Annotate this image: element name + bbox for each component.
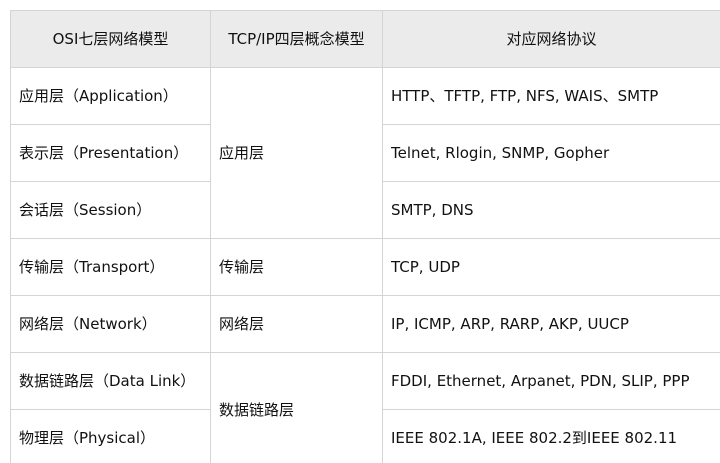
- osi-layer-cell: 数据链路层（Data Link）: [10, 352, 211, 410]
- protocol-cell: FDDI, Ethernet, Arpanet, PDN, SLIP, PPP: [382, 352, 720, 410]
- protocol-cell: HTTP、TFTP, FTP, NFS, WAIS、SMTP: [382, 67, 720, 125]
- header-row: OSI七层网络模型 TCP/IP四层概念模型 对应网络协议: [10, 10, 720, 68]
- osi-layer-cell: 物理层（Physical）: [10, 409, 211, 463]
- osi-layer-cell: 应用层（Application）: [10, 67, 211, 125]
- protocol-cell: TCP, UDP: [382, 238, 720, 296]
- header-tcpip-model: TCP/IP四层概念模型: [210, 10, 383, 68]
- table-row: 传输层（Transport） 传输层 TCP, UDP: [10, 238, 720, 296]
- header-osi-model: OSI七层网络模型: [10, 10, 211, 68]
- tcpip-layer-cell: 数据链路层: [210, 352, 383, 463]
- protocol-cell: IP, ICMP, ARP, RARP, AKP, UUCP: [382, 295, 720, 353]
- table-row: 应用层（Application） 应用层 HTTP、TFTP, FTP, NFS…: [10, 67, 720, 239]
- tcpip-layer-cell: 应用层: [210, 67, 383, 239]
- osi-tcpip-protocol-table: OSI七层网络模型 TCP/IP四层概念模型 对应网络协议 应用层（Applic…: [10, 10, 720, 463]
- protocol-cell: IEEE 802.1A, IEEE 802.2到IEEE 802.11: [382, 409, 720, 463]
- table-row: 数据链路层（Data Link） 数据链路层 FDDI, Ethernet, A…: [10, 352, 720, 463]
- table-row: 网络层（Network） 网络层 IP, ICMP, ARP, RARP, AK…: [10, 295, 720, 353]
- osi-layer-cell: 表示层（Presentation）: [10, 124, 211, 182]
- tcpip-layer-cell: 网络层: [210, 295, 383, 353]
- protocol-cell: Telnet, Rlogin, SNMP, Gopher: [382, 124, 720, 182]
- osi-layer-cell: 传输层（Transport）: [10, 238, 211, 296]
- osi-layer-cell: 网络层（Network）: [10, 295, 211, 353]
- page: OSI七层网络模型 TCP/IP四层概念模型 对应网络协议 应用层（Applic…: [0, 0, 720, 463]
- header-protocols: 对应网络协议: [382, 10, 720, 68]
- protocol-cell: SMTP, DNS: [382, 181, 720, 239]
- osi-layer-cell: 会话层（Session）: [10, 181, 211, 239]
- tcpip-layer-cell: 传输层: [210, 238, 383, 296]
